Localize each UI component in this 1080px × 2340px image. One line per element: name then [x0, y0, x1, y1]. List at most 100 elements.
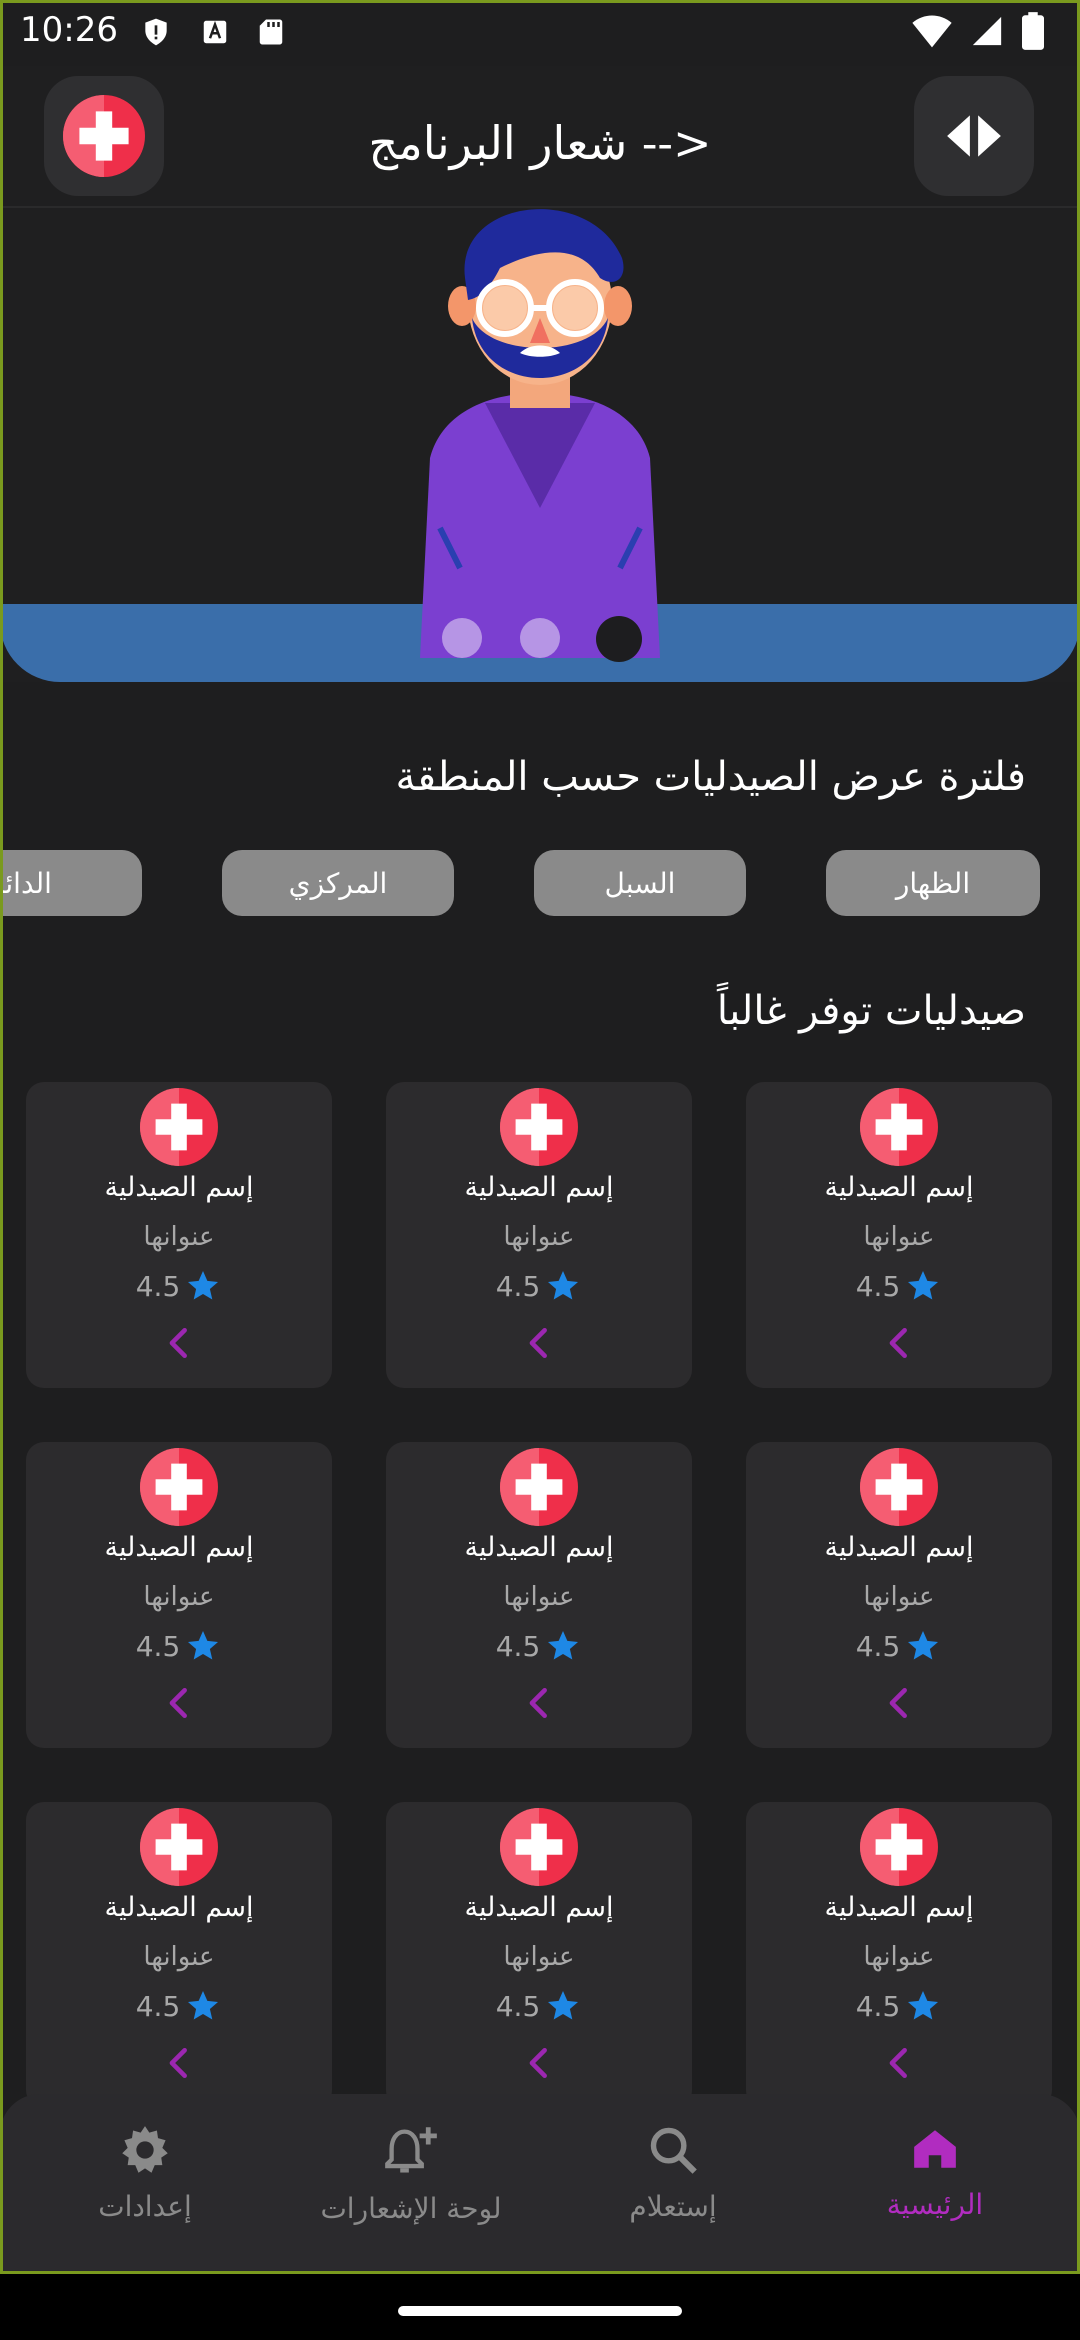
star-icon: [548, 1631, 579, 1660]
medical-cross-icon: [500, 1088, 578, 1166]
pharmacy-card[interactable]: إسم الصيدلية عنوانها 4.5: [386, 1082, 692, 1388]
pharmacy-card[interactable]: إسم الصيدلية عنوانها 4.5: [26, 1442, 332, 1748]
pharmacy-rating: 4.5: [386, 1628, 692, 1664]
star-icon: [908, 1271, 939, 1300]
carousel-dots: [0, 616, 1080, 668]
star-icon: [188, 1631, 219, 1660]
star-icon: [548, 1991, 579, 2020]
chevron-left-icon[interactable]: [522, 2046, 556, 2080]
star-icon: [188, 1991, 219, 2020]
pharmacy-card[interactable]: إسم الصيدلية عنوانها 4.5: [746, 1442, 1052, 1748]
pharmacy-address: عنوانها: [503, 1582, 575, 1612]
chevron-left-icon[interactable]: [162, 1686, 196, 1720]
pharmacy-name: إسم الصيدلية: [104, 1172, 254, 1203]
rating-value: 4.5: [135, 1269, 181, 1303]
chevron-left-icon[interactable]: [522, 1326, 556, 1360]
pharmacy-address: عنوانها: [143, 1582, 215, 1612]
pharmacy-address: عنوانها: [143, 1222, 215, 1252]
rating-value: 4.5: [495, 1269, 541, 1303]
banner-carousel[interactable]: [0, 208, 1080, 682]
code-arrows-icon: [947, 115, 1001, 157]
battery-icon: [1022, 12, 1044, 50]
nav-label: لوحة الإشعارات: [320, 2192, 502, 2225]
pharmacy-address: عنوانها: [143, 1942, 215, 1972]
chevron-left-icon[interactable]: [162, 2046, 196, 2080]
pharmacy-name: إسم الصيدلية: [464, 1172, 614, 1203]
nav-label: إستعلام: [629, 2190, 717, 2223]
filter-chip[interactable]: السبل: [534, 850, 746, 916]
filter-chip[interactable]: الظهار: [826, 850, 1040, 916]
status-time: 10:26: [20, 10, 118, 50]
pharmacy-rating: 4.5: [746, 1268, 1052, 1304]
pharmacy-address: عنوانها: [863, 1222, 935, 1252]
rating-value: 4.5: [855, 1269, 901, 1303]
star-icon: [908, 1991, 939, 2020]
rating-value: 4.5: [495, 1989, 541, 2023]
pharmacy-name: إسم الصيدلية: [104, 1532, 254, 1563]
pharmacy-card[interactable]: إسم الصيدلية عنوانها 4.5: [26, 1082, 332, 1388]
chevron-left-icon[interactable]: [882, 1326, 916, 1360]
chevron-left-icon[interactable]: [522, 1686, 556, 1720]
wifi-icon: [912, 15, 952, 48]
home-icon: [914, 2130, 956, 2168]
pharmacy-name: إسم الصيدلية: [464, 1532, 614, 1563]
carousel-dot[interactable]: [442, 618, 482, 658]
frequent-title: صيدليات توفر غالباً: [716, 988, 1026, 1034]
nav-item-settings[interactable]: إعدادات: [30, 2124, 260, 2223]
chevron-left-icon[interactable]: [882, 2046, 916, 2080]
pharmacy-rating: 4.5: [26, 1988, 332, 2024]
rating-value: 4.5: [855, 1989, 901, 2023]
medical-cross-icon: [500, 1808, 578, 1886]
medical-cross-icon: [140, 1808, 218, 1886]
chevron-left-icon[interactable]: [162, 1326, 196, 1360]
pharmacy-rating: 4.5: [746, 1628, 1052, 1664]
chevron-left-icon[interactable]: [882, 1686, 916, 1720]
pharmacy-name: إسم الصيدلية: [824, 1892, 974, 1923]
pharmacy-card[interactable]: إسم الصيدلية عنوانها 4.5: [26, 1802, 332, 2108]
medical-cross-icon: [860, 1088, 938, 1166]
pharmacy-name: إسم الصيدلية: [104, 1892, 254, 1923]
medical-cross-icon: [140, 1448, 218, 1526]
pharmacy-address: عنوانها: [503, 1942, 575, 1972]
filter-title: فلترة عرض الصيدليات حسب المنطقة: [395, 754, 1026, 800]
nav-item-notifications[interactable]: لوحة الإشعارات: [296, 2124, 526, 2225]
star-icon: [908, 1631, 939, 1660]
sd-card-icon: [259, 19, 283, 45]
medical-cross-icon: [140, 1088, 218, 1166]
nav-item-search[interactable]: إستعلام: [558, 2124, 788, 2223]
star-icon: [548, 1271, 579, 1300]
pharmacy-rating: 4.5: [26, 1628, 332, 1664]
carousel-dot[interactable]: [520, 618, 560, 658]
bell-plus-icon: [385, 2127, 437, 2173]
pharmacy-card[interactable]: إسم الصيدلية عنوانها 4.5: [746, 1802, 1052, 2108]
gesture-nav: [0, 2274, 1080, 2340]
star-icon: [188, 1271, 219, 1300]
pharmacy-name: إسم الصيدلية: [824, 1172, 974, 1203]
pharmacy-card[interactable]: إسم الصيدلية عنوانها 4.5: [386, 1802, 692, 2108]
nav-item-home[interactable]: الرئيسية: [820, 2124, 1050, 2221]
rating-value: 4.5: [855, 1629, 901, 1663]
pharmacy-name: إسم الصيدلية: [824, 1532, 974, 1563]
layout-toggle-button[interactable]: [914, 76, 1034, 196]
pharmacy-card[interactable]: إسم الصيدلية عنوانها 4.5: [386, 1442, 692, 1748]
bottom-nav: الرئيسية إستعلام لوحة الإشعارات إعدادات: [0, 2094, 1080, 2274]
nav-label: إعدادات: [98, 2190, 192, 2223]
pharmacy-rating: 4.5: [26, 1268, 332, 1304]
pharmacy-address: عنوانها: [863, 1942, 935, 1972]
status-bar: 10:26: [0, 0, 1080, 66]
filter-chip[interactable]: المركزي: [222, 850, 454, 916]
shield-icon: [145, 18, 167, 46]
medical-cross-icon: [860, 1448, 938, 1526]
medical-cross-icon: [860, 1808, 938, 1886]
pharmacy-card[interactable]: إسم الصيدلية عنوانها 4.5: [746, 1082, 1052, 1388]
rating-value: 4.5: [495, 1629, 541, 1663]
filter-chip-label: الدائري: [0, 866, 52, 900]
search-icon: [650, 2127, 697, 2174]
signal-icon: [972, 16, 1002, 46]
app-bar: شعار البرنامج -->: [0, 66, 1080, 208]
carousel-dot-active[interactable]: [596, 616, 642, 662]
medical-cross-icon: [500, 1448, 578, 1526]
keyboard-a-icon: [203, 20, 227, 44]
filter-chip[interactable]: الدائري: [0, 850, 142, 916]
home-gesture-bar[interactable]: [398, 2306, 682, 2316]
